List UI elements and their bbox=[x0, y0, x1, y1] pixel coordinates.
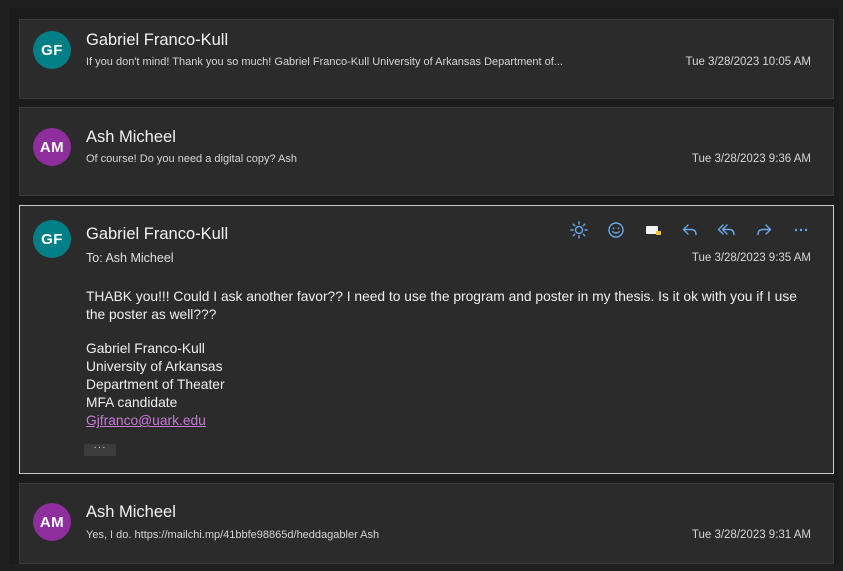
sender-name: Gabriel Franco-Kull bbox=[86, 31, 229, 49]
message-collapsed-3[interactable]: AM Ash Micheel Yes, I do. https://mailch… bbox=[19, 483, 834, 564]
sender-name: Gabriel Franco-Kull bbox=[86, 225, 229, 243]
brightness-icon[interactable] bbox=[560, 219, 597, 241]
message-preview: Of course! Do you need a digital copy? A… bbox=[86, 153, 297, 165]
message-toolbar bbox=[560, 219, 819, 241]
message-date: Tue 3/28/2023 10:05 AM bbox=[685, 56, 811, 68]
message-expanded[interactable]: GF Gabriel Franco-Kull To: Ash Micheel T… bbox=[19, 205, 834, 474]
avatar: GF bbox=[33, 31, 71, 69]
signature-department: Department of Theater bbox=[86, 377, 225, 392]
message-body: THABK you!!! Could I ask another favor??… bbox=[86, 289, 797, 322]
reply-all-icon[interactable] bbox=[708, 219, 745, 241]
sender-name: Ash Micheel bbox=[86, 503, 176, 521]
avatar: AM bbox=[33, 128, 71, 166]
avatar: AM bbox=[33, 503, 71, 541]
show-more-button[interactable]: ··· bbox=[84, 443, 116, 456]
signature-name: Gabriel Franco-Kull bbox=[86, 341, 205, 356]
signature-university: University of Arkansas bbox=[86, 359, 223, 374]
immersive-reader-icon[interactable] bbox=[634, 219, 671, 241]
message-collapsed-1[interactable]: GF Gabriel Franco-Kull If you don't mind… bbox=[19, 19, 834, 99]
recipient-line: To: Ash Micheel bbox=[86, 251, 174, 265]
message-date: Tue 3/28/2023 9:36 AM bbox=[691, 153, 811, 165]
emoji-icon[interactable] bbox=[597, 219, 634, 241]
conversation-pane: GF Gabriel Franco-Kull If you don't mind… bbox=[9, 8, 839, 564]
sender-name: Ash Micheel bbox=[86, 128, 176, 146]
message-preview: Yes, I do. https://mailchi.mp/41bbfe9886… bbox=[86, 529, 380, 541]
message-date: Tue 3/28/2023 9:35 AM bbox=[691, 252, 811, 264]
message-collapsed-2[interactable]: AM Ash Micheel Of course! Do you need a … bbox=[19, 107, 834, 196]
signature-title: MFA candidate bbox=[86, 395, 178, 410]
signature: Gabriel Franco-Kull University of Arkans… bbox=[86, 340, 225, 430]
reply-icon[interactable] bbox=[671, 219, 708, 241]
avatar: GF bbox=[33, 220, 71, 258]
email-link[interactable]: Gjfranco@uark.edu bbox=[86, 412, 225, 430]
message-date: Tue 3/28/2023 9:31 AM bbox=[691, 529, 811, 541]
more-options-icon[interactable] bbox=[782, 219, 819, 241]
message-preview: If you don't mind! Thank you so much! Ga… bbox=[86, 56, 563, 68]
forward-icon[interactable] bbox=[745, 219, 782, 241]
